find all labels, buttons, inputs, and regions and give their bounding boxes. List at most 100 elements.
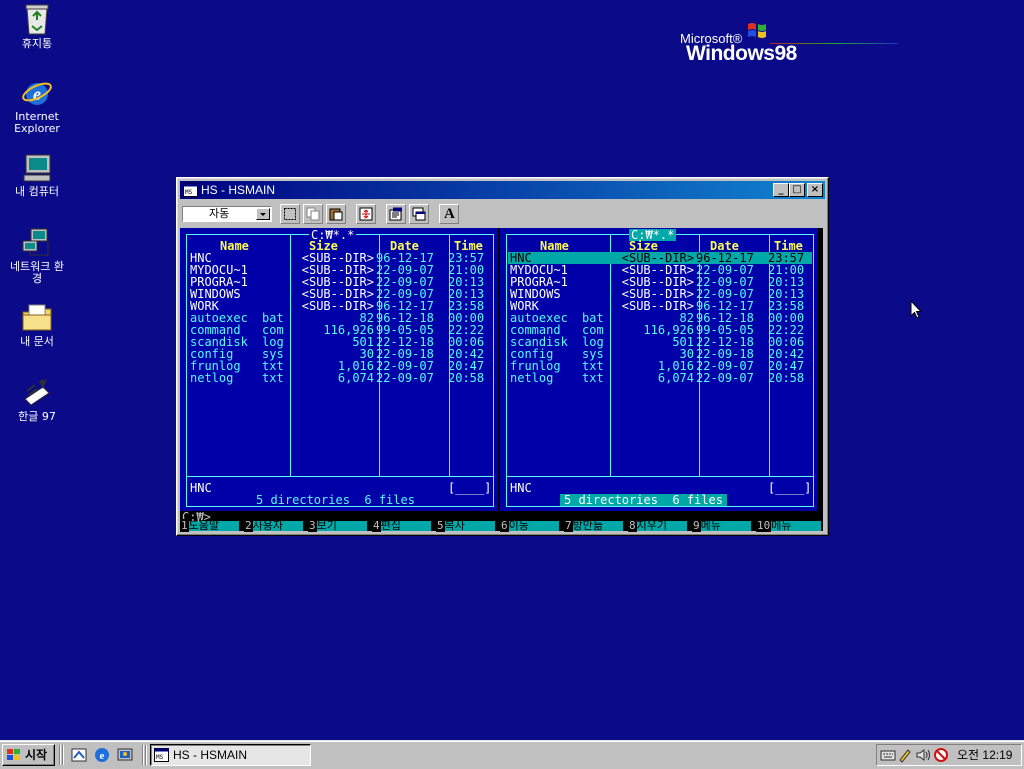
properties-icon [389,207,402,221]
stop-icon[interactable] [933,747,949,763]
panel-bracket: [____] [768,481,812,495]
title-bar[interactable]: MS HS - HSMAIN _ □ × [180,181,825,199]
properties-button[interactable] [386,204,406,224]
file-date: 22-09-07 [376,371,434,385]
fkey-9[interactable]: 9메뉴 [692,519,751,532]
window-title: HS - HSMAIN [201,183,276,197]
fkey-label: 사용자 [252,520,303,531]
channels-icon[interactable] [116,746,134,764]
fkey-label: 보기 [316,520,367,531]
hs-window: MS HS - HSMAIN _ □ × 자동 A C:₩*.* Name Si… [176,177,829,536]
paste-button[interactable] [326,204,346,224]
desktop-icon-my-computer[interactable]: 내 컴퓨터 [0,152,74,198]
logo-underline [770,43,898,44]
col-header-name[interactable]: Name [220,240,249,252]
windows-flag-icon [7,749,20,760]
fkey-number: 5 [436,519,445,532]
desktop-icon-internet-explorer[interactable]: e Internet Explorer [0,77,74,135]
copy-icon [306,207,320,221]
fkey-number: 9 [692,519,701,532]
panel-status-name: HNC [510,481,532,495]
fkey-10[interactable]: 10메뉴 [756,519,822,532]
my-computer-icon [23,154,51,182]
internet-explorer-icon: e [22,82,52,105]
fkey-number: 4 [372,519,381,532]
fkey-3[interactable]: 3보기 [308,519,367,532]
recycle-bin-icon [25,4,49,35]
taskbar-separator [59,745,61,765]
file-row[interactable]: netlog txt 6,074 22-09-07 20:58 [508,372,812,384]
fkey-label: 메뉴 [700,520,751,531]
desktop-icon-label: 내 컴퓨터 [15,185,59,198]
fkey-number: 10 [756,519,772,532]
desktop-icon-label: 한글 97 [18,410,56,423]
fkey-7[interactable]: 7방만듦 [564,519,623,532]
desktop-icon-label: 휴지통 [21,37,53,50]
volume-icon[interactable] [915,747,931,763]
font-button[interactable]: A [439,204,459,224]
fkey-number: 6 [500,519,509,532]
background-button[interactable] [409,204,429,224]
keyboard-icon[interactable] [880,747,896,763]
clock[interactable]: 오전 12:19 [957,745,1012,765]
desktop-icon-label: Internet Explorer [14,110,60,135]
fkey-label: 방만듦 [572,520,623,531]
taskbar-button-label: HS - HSMAIN [173,748,248,762]
file-panel-right[interactable]: C:₩*.* Name Size Date Time HNC [____] 5 … [500,228,818,511]
select-icon [284,208,296,220]
ime-pen-icon[interactable] [897,747,913,763]
desktop-icon-label: 네트워크 환경 [9,260,65,285]
file-panel-left[interactable]: C:₩*.* Name Size Date Time HNC [____] 5 … [180,228,498,511]
fkey-number: 7 [564,519,573,532]
file-time: 20:58 [448,371,485,385]
start-label: 시작 [25,748,48,762]
fkey-6[interactable]: 6이동 [500,519,559,532]
file-size: 6,074 [337,371,374,385]
system-tray: 오전 12:19 [876,744,1022,766]
maximize-button[interactable]: □ [789,183,805,197]
svg-text:MS: MS [185,189,193,196]
file-row[interactable]: netlog txt 6,074 22-09-07 20:58 [188,372,492,384]
fkey-number: 1 [180,519,189,532]
close-button[interactable]: × [807,183,823,197]
file-row[interactable]: scandisk log 501 22-12-18 00:06 [188,336,492,348]
desktop-icon-hangul-97[interactable]: 한글 97 [0,377,74,423]
fkey-number: 2 [244,519,253,532]
fkey-5[interactable]: 5복사 [436,519,495,532]
col-header-name[interactable]: Name [540,240,569,252]
taskbar-button-hs[interactable]: MS HS - HSMAIN [150,744,311,766]
taskbar-separator [62,745,64,765]
taskbar: 시작 e MS HS - HSMAIN 오전 12:19 [0,740,1024,769]
font-size-select[interactable]: 자동 [182,206,272,222]
font-size-value: 자동 [209,207,230,220]
file-ext: txt [262,371,284,385]
font-icon: A [444,206,455,222]
fkey-label: 복사 [444,520,495,531]
desktop-icon-network[interactable]: 네트워크 환경 [0,227,74,285]
fkey-4[interactable]: 4편집 [372,519,431,532]
internet-explorer-icon[interactable]: e [93,746,111,764]
desktop-icon-label: 내 문서 [20,335,54,348]
fkey-1[interactable]: 1도움말 [180,519,239,532]
desktop-icon-recycle-bin[interactable]: 휴지통 [0,2,74,50]
hangul-97-icon [24,379,50,406]
fkey-8[interactable]: 8지우기 [628,519,687,532]
start-button[interactable]: 시작 [2,744,55,766]
panel-bracket: [____] [448,481,492,495]
show-desktop-icon[interactable] [70,746,88,764]
chevron-down-icon[interactable] [256,208,270,220]
network-neighborhood-icon [22,228,49,256]
file-ext: txt [582,371,604,385]
mouse-cursor-icon [910,300,922,319]
fullscreen-button[interactable] [356,204,376,224]
dos-console[interactable]: C:₩*.* Name Size Date Time HNC [____] 5 … [180,228,823,532]
file-row[interactable]: scandisk log 501 22-12-18 00:06 [508,336,812,348]
panel-summary: 5 directories 6 files [252,494,419,506]
mark-button[interactable] [280,204,300,224]
minimize-button[interactable]: _ [773,183,789,197]
fullscreen-icon [359,207,373,221]
fkey-2[interactable]: 2사용자 [244,519,303,532]
desktop-icon-my-documents[interactable]: 내 문서 [0,302,74,348]
copy-button[interactable] [303,204,323,224]
windows98-logo: Microsoft® Windows98 [676,20,936,68]
